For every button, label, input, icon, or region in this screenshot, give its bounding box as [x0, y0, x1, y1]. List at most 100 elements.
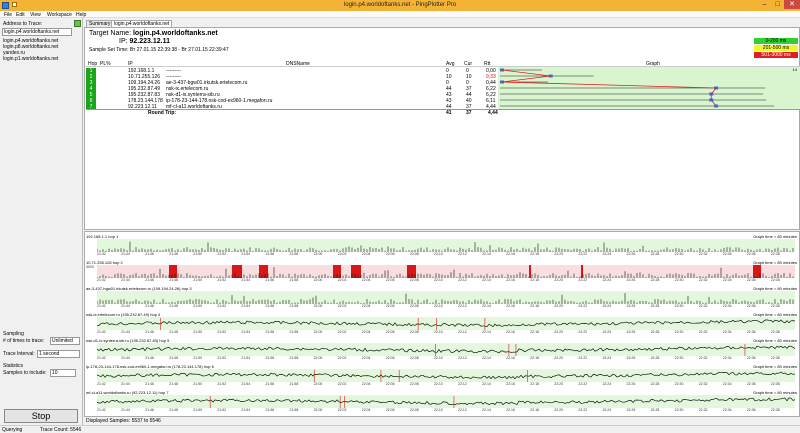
time-tick-label: 22:04 — [361, 382, 371, 386]
time-tick-label: 22:10 — [433, 382, 443, 386]
time-tick-label: 22:14 — [482, 330, 491, 334]
time-tick-label: 21:54 — [241, 278, 251, 282]
time-tick-label: 22:26 — [626, 382, 636, 386]
hop-timeline-strip[interactable]: mf-cl-a11.worldoftanks.ru (92.223.12.11)… — [85, 390, 799, 413]
time-tick-label: 22:14 — [482, 356, 491, 360]
time-tick-label: 22:16 — [506, 356, 515, 360]
time-tick-label: 22:10 — [433, 252, 443, 256]
time-tick-label: 22:38 — [770, 356, 780, 360]
time-tick-label: 22:04 — [361, 330, 371, 334]
strip-time-axis: 21:42 21:44 21:46 21:48 21:50 21:52 21:54 21:56… — [97, 408, 795, 412]
time-tick-label: 21:52 — [217, 252, 227, 256]
time-tick-label: 21:50 — [193, 252, 203, 256]
strip-latency-plot — [97, 396, 795, 408]
time-tick-label: 21:50 — [193, 304, 203, 308]
sample-set-time: Sample Set Time: Вт 27.01.15 22:39:38 - … — [89, 47, 229, 53]
time-tick-label: 22:24 — [602, 356, 612, 360]
time-tick-label: 22:34 — [722, 330, 732, 334]
interval-select[interactable]: 1 second — [37, 350, 80, 358]
tab-target[interactable]: login.p4.worldoftanks.net — [111, 20, 173, 27]
col-avg[interactable]: Avg — [446, 61, 455, 67]
time-tick-label: 21:44 — [121, 330, 130, 334]
stop-button[interactable]: Stop — [4, 409, 78, 423]
time-tick-label: 21:50 — [193, 278, 203, 282]
col-pl[interactable]: PL% — [100, 61, 111, 67]
time-tick-label: 22:14 — [482, 278, 491, 282]
round-trip-row: Round Trip: 41 37 4,44 — [86, 109, 800, 116]
address-history-list: login.p4.worldoftanks.net login.p8.world… — [2, 38, 81, 62]
hop-timeline-strip[interactable]: ae-3-437-bgw01.irkutsk.ertelecom.ru (109… — [85, 286, 799, 309]
time-tick-label: 22:02 — [337, 252, 347, 256]
time-tick-label: 21:58 — [289, 382, 299, 386]
time-tick-label: 22:14 — [482, 382, 491, 386]
packet-loss-bar — [351, 265, 361, 278]
address-input[interactable]: login.p4.worldoftanks.net — [2, 28, 72, 36]
time-tick-label: 22:00 — [313, 356, 323, 360]
time-tick-label: 22:08 — [409, 330, 419, 334]
strip-latency-plot — [97, 344, 795, 356]
close-button[interactable]: ✕ — [784, 0, 800, 9]
hop-timeline-strip[interactable]: 10.71.255.126 hop 2 Graph time = 80 minut… — [85, 260, 799, 283]
samples-input[interactable]: 10 — [50, 369, 76, 377]
time-tick-label: 22:36 — [746, 252, 756, 256]
latency-line — [97, 397, 795, 406]
time-tick-label: 22:18 — [530, 304, 539, 308]
time-tick-label: 21:56 — [265, 356, 275, 360]
time-tick-label: 21:52 — [217, 330, 227, 334]
interval-label: Trace Interval: — [3, 351, 35, 357]
time-tick-label: 22:24 — [602, 278, 612, 282]
time-tick-label: 22:30 — [674, 382, 684, 386]
time-tick-label: 22:08 — [409, 278, 419, 282]
time-tick-label: 21:48 — [169, 356, 178, 360]
time-tick-label: 21:48 — [169, 408, 178, 412]
list-item[interactable]: login.p1.worldoftanks.net — [2, 56, 81, 62]
time-tick-label: 22:30 — [674, 252, 684, 256]
strip-latency-plot — [97, 293, 794, 304]
time-tick-label: 22:22 — [578, 252, 588, 256]
go-icon[interactable] — [74, 20, 81, 27]
time-tick-label: 22:18 — [530, 382, 539, 386]
time-tick-label: 22:18 — [530, 408, 539, 412]
time-tick-label: 21:58 — [289, 278, 299, 282]
legend-high: 501-3000 ms — [754, 52, 798, 58]
strip-latency-plot — [97, 370, 795, 382]
time-tick-label: 21:52 — [217, 304, 227, 308]
strip-time-axis: 21:42 21:44 21:46 21:48 21:50 21:52 21:54 21:56… — [97, 330, 795, 334]
times-label: # of times to trace: — [3, 338, 45, 344]
times-select[interactable]: Unlimited — [50, 337, 80, 345]
time-tick-label: 22:14 — [482, 408, 491, 412]
time-tick-label: 22:28 — [650, 356, 660, 360]
col-dnsname[interactable]: DNSName — [286, 61, 310, 67]
col-cur[interactable]: Cur — [464, 61, 472, 67]
time-tick-label: 22:22 — [578, 278, 588, 282]
col-hop[interactable]: Hop — [88, 61, 97, 67]
hop-timeline-strip[interactable]: ip-178-23-144-178.nsk-cod-ex960-1.megafo… — [85, 364, 799, 387]
target-ip-value: 92.223.12.11 — [129, 38, 171, 45]
maximize-button[interactable]: □ — [771, 0, 784, 9]
trace-summary-pane: Target Name: login.p4.worldoftanks.net I… — [84, 27, 800, 230]
tab-summary[interactable]: Summary — [86, 20, 114, 27]
minimize-button[interactable]: – — [758, 0, 771, 9]
hop-timeline-strip[interactable]: 192.168.1.1 hop 1 Graph time = 80 minutes… — [85, 234, 799, 257]
time-tick-label: 22:26 — [626, 278, 636, 282]
hop-timeline-strip[interactable]: nsk-d1-ix.synterra-sib.ru (195.232.87.83… — [85, 338, 799, 361]
time-tick-label: 22:12 — [458, 330, 467, 334]
col-ip[interactable]: IP — [128, 61, 133, 67]
time-tick-label: 21:56 — [265, 408, 275, 412]
time-tick-label: 22:06 — [385, 356, 395, 360]
strip-y-label: 3000 — [86, 265, 94, 269]
time-tick-label: 22:32 — [698, 356, 708, 360]
time-tick-label: 22:30 — [674, 304, 684, 308]
samples-label: Samples to include: — [3, 370, 47, 376]
round-trip-label: Round Trip: — [148, 110, 177, 116]
hop-timeline-strip[interactable]: nsk-ix.ertelecom.ru (195.232.87.49) hop … — [85, 312, 799, 335]
time-tick-label: 22:38 — [770, 304, 780, 308]
packet-loss-bar — [259, 265, 268, 278]
time-tick-label: 21:50 — [193, 356, 203, 360]
col-rtt[interactable]: Rtt — [484, 61, 490, 67]
time-tick-label: 22:32 — [698, 278, 708, 282]
time-tick-label: 22:20 — [554, 408, 564, 412]
time-tick-label: 22:24 — [602, 408, 612, 412]
time-tick-label: 22:14 — [482, 252, 491, 256]
time-tick-label: 21:46 — [145, 382, 154, 386]
